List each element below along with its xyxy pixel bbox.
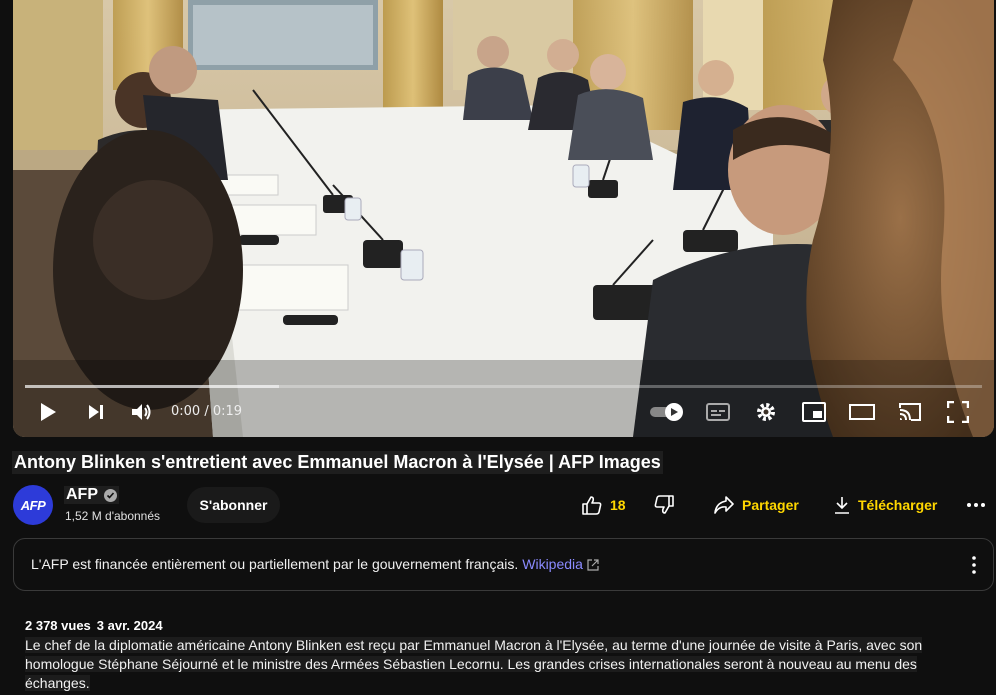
play-icon xyxy=(41,403,56,421)
description-line-2: homologue Stéphane Séjourné et le minist… xyxy=(25,656,917,691)
settings-button[interactable] xyxy=(751,387,781,437)
settings-icon xyxy=(757,403,775,421)
like-icon xyxy=(582,496,602,515)
description[interactable]: Le chef de la diplomatie américaine Anto… xyxy=(25,636,978,693)
more-icon xyxy=(967,503,985,507)
theater-icon xyxy=(849,404,875,420)
time-display: 0:00 / 0:19 xyxy=(171,404,243,419)
cast-icon xyxy=(899,403,921,421)
download-icon xyxy=(835,497,849,514)
fullscreen-icon xyxy=(947,401,969,423)
share-button[interactable]: Partager xyxy=(714,487,799,523)
info-panel-menu-icon[interactable] xyxy=(971,555,977,575)
wikipedia-link[interactable]: Wikipedia xyxy=(522,556,583,572)
miniplayer-button[interactable] xyxy=(799,387,829,437)
subtitles-button[interactable] xyxy=(703,387,733,437)
info-panel-text-row: L'AFP est financée entièrement ou partie… xyxy=(31,556,599,572)
theater-mode-button[interactable] xyxy=(847,387,877,437)
download-label: Télécharger xyxy=(858,497,938,513)
dislike-icon xyxy=(654,495,674,514)
download-button[interactable]: Télécharger xyxy=(834,487,937,523)
video-title: Antony Blinken s'entretient avec Emmanue… xyxy=(12,451,663,474)
avatar-text: AFP xyxy=(20,497,46,513)
subtitles-icon xyxy=(706,403,730,421)
dislike-button[interactable] xyxy=(654,487,674,523)
more-actions-button[interactable] xyxy=(966,487,986,523)
like-count: 18 xyxy=(610,497,626,513)
subscriber-count: 1,52 M d'abonnés xyxy=(65,509,161,523)
view-count: 2 378 vues xyxy=(25,618,91,633)
cast-button[interactable] xyxy=(895,387,925,437)
funding-notice: L'AFP est financée entièrement ou partie… xyxy=(31,556,519,572)
autoplay-toggle[interactable] xyxy=(647,387,687,437)
next-button[interactable] xyxy=(81,387,111,437)
video-frame xyxy=(13,0,994,437)
info-panel: L'AFP est financée entièrement ou partie… xyxy=(13,538,994,591)
next-icon xyxy=(89,405,103,419)
share-icon xyxy=(714,496,734,514)
volume-button[interactable] xyxy=(127,387,157,437)
miniplayer-icon xyxy=(802,402,826,422)
channel-name-text[interactable]: AFP xyxy=(66,486,98,504)
description-line-1: Le chef de la diplomatie américaine Anto… xyxy=(25,637,923,653)
verified-icon xyxy=(104,488,117,502)
channel-name[interactable]: AFP xyxy=(64,486,119,504)
like-button[interactable]: 18 xyxy=(582,487,626,523)
video-player[interactable]: 0:00 / 0:19 xyxy=(13,0,994,437)
channel-avatar[interactable]: AFP xyxy=(13,485,53,525)
external-link-icon xyxy=(587,559,599,571)
player-controls: 0:00 / 0:19 xyxy=(13,387,994,437)
video-meta: 2 378 vues 3 avr. 2024 xyxy=(25,618,163,633)
subscribe-button[interactable]: S'abonner xyxy=(187,487,280,523)
volume-icon xyxy=(132,404,151,420)
share-label: Partager xyxy=(742,497,799,513)
fullscreen-button[interactable] xyxy=(943,387,973,437)
upload-date: 3 avr. 2024 xyxy=(96,618,163,633)
play-button[interactable] xyxy=(33,387,63,437)
autoplay-toggle-icon xyxy=(650,403,683,421)
